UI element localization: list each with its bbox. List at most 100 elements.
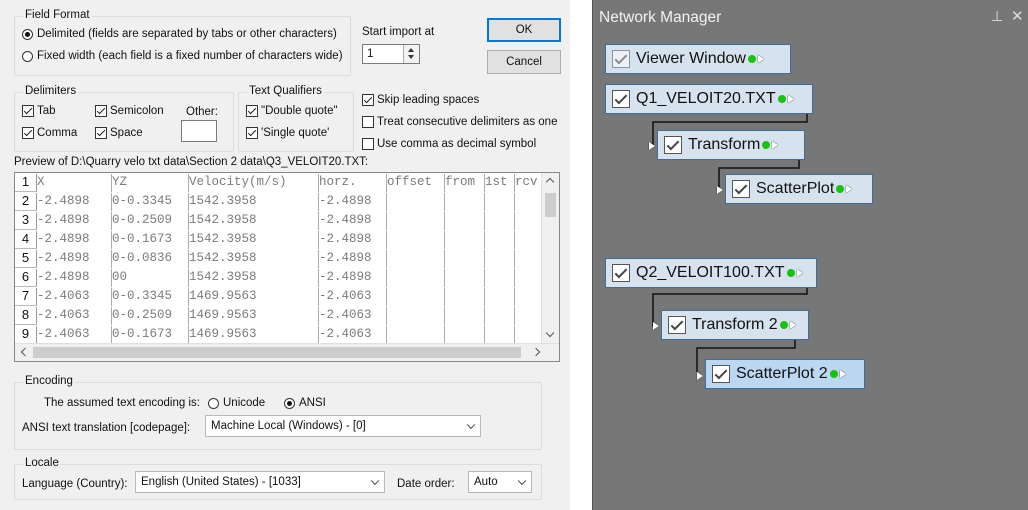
preview-cell [485,250,515,268]
output-port-icon[interactable] [796,269,803,277]
single-quote-checkbox[interactable]: 'Single quote' [246,127,329,139]
output-port-icon[interactable] [757,55,764,63]
double-quote-checkbox[interactable]: "Double quote" [246,105,338,117]
ansi-label: ANSI [299,397,326,409]
language-value: English (United States) - [1033] [141,476,301,488]
use-comma-checkbox[interactable]: Use comma as decimal symbol [362,138,536,150]
preview-cell: 0-0.3345 [112,288,189,306]
space-label: Space [110,127,143,139]
preview-cell [445,326,485,344]
tab-checkbox[interactable]: Tab [22,105,56,117]
start-import-spinner[interactable]: 1 [362,44,420,64]
node-checkbox-icon[interactable] [732,180,750,198]
row-number: 6 [15,269,37,287]
ansi-translation-select[interactable]: Machine Local (Windows) - [0] [205,415,481,437]
other-delimiter-input[interactable] [181,120,217,142]
node-checkbox-icon[interactable] [668,316,686,334]
vertical-scrollbar[interactable] [541,173,559,345]
preview-cell [445,250,485,268]
node-scatterplot-2[interactable]: ScatterPlot 2 [705,359,865,389]
output-port-icon[interactable] [789,321,796,329]
cancel-button[interactable]: Cancel [487,50,561,74]
scroll-down-icon[interactable] [545,328,555,338]
preview-cell [445,269,485,287]
output-port-icon[interactable] [787,95,794,103]
scroll-left-icon[interactable] [20,347,30,357]
preview-cell [387,326,445,344]
scroll-right-icon[interactable] [531,347,541,357]
scroll-up-icon[interactable] [545,177,555,187]
preview-row: 8 -2.4063 0-0.2509 1469.9563 -2.4063 [15,307,555,325]
checkmark-icon [22,105,34,117]
preview-cell: 0-0.1673 [112,326,189,344]
output-port-icon[interactable] [846,185,853,193]
field-format-legend: Field Format [23,9,92,21]
ansi-translation-value: Machine Local (Windows) - [0] [211,420,366,432]
input-port-icon[interactable] [649,142,655,150]
preview-cell: -2.4898 [319,212,387,230]
date-order-select[interactable]: Auto [468,471,532,493]
language-select[interactable]: English (United States) - [1033] [135,471,385,493]
node-viewer-window[interactable]: Viewer Window [605,44,791,74]
input-port-icon[interactable] [653,322,659,330]
vertical-scroll-thumb[interactable] [545,193,556,217]
preview-cell: -2.4898 [37,212,112,230]
node-label: Viewer Window [636,50,746,67]
preview-cell: -2.4063 [319,326,387,344]
preview-row: 3 -2.4898 0-0.2509 1542.3958 -2.4898 [15,212,555,230]
ansi-radio[interactable]: ANSI [284,397,326,409]
semicolon-checkbox[interactable]: Semicolon [95,105,164,117]
output-port-icon[interactable] [772,141,779,149]
horizontal-scroll-thumb[interactable] [33,347,521,358]
node-checkbox-icon[interactable] [612,50,630,68]
treat-consecutive-checkbox[interactable]: Treat consecutive delimiters as one [362,116,557,128]
node-label: Transform 2 [692,316,778,333]
preview-cell [445,288,485,306]
status-dot-icon [747,55,756,63]
node-checkbox-icon[interactable] [664,136,682,154]
preview-cell [485,326,515,344]
node-checkbox-icon[interactable] [712,365,730,383]
preview-cell [387,231,445,249]
node-label: ScatterPlot [756,180,835,197]
ok-button[interactable]: OK [487,18,561,42]
preview-grid[interactable]: 1 X YZ Velocity(m/s) horz. offset from 1st rcv 2-… [14,172,560,362]
preview-cell: offset [387,174,445,192]
spin-down-icon[interactable] [408,55,414,59]
comma-checkbox[interactable]: Comma [22,127,77,139]
node-q2-veloit100[interactable]: Q2_VELOIT100.TXT [605,258,817,288]
preview-cell [445,307,485,325]
preview-cell: -2.4898 [319,269,387,287]
preview-cell: horz. [319,174,387,192]
node-checkbox-icon[interactable] [612,90,630,108]
node-transform-2[interactable]: Transform 2 [661,310,809,340]
preview-cell [485,288,515,306]
output-port-icon[interactable] [839,370,846,378]
node-transform[interactable]: Transform [657,130,805,160]
preview-row: 9 -2.4063 0-0.1673 1469.9563 -2.4063 [15,326,555,344]
node-scatterplot[interactable]: ScatterPlot [725,174,873,204]
checkmark-icon [362,94,374,106]
node-q1-veloit20[interactable]: Q1_VELOIT20.TXT [605,84,813,114]
preview-cell: -2.4063 [37,288,112,306]
skip-leading-spaces-checkbox[interactable]: Skip leading spaces [362,94,479,106]
node-connectors [652,100,808,372]
spinner-buttons[interactable] [403,45,419,63]
comma-label: Comma [37,127,78,139]
preview-cell: from [445,174,485,192]
delimited-radio[interactable]: Delimited (fields are separated by tabs … [22,28,337,40]
horizontal-scrollbar[interactable] [15,343,559,361]
double-quote-label: "Double quote" [261,105,338,117]
preview-row: 6 -2.4898 00 1542.3958 -2.4898 [15,269,555,287]
input-port-icon[interactable] [717,186,723,194]
fixed-width-radio[interactable]: Fixed width (each field is a fixed numbe… [22,50,343,62]
preview-cell: 1542.3958 [189,250,319,268]
checkmark-icon [22,127,34,139]
space-checkbox[interactable]: Space [95,127,143,139]
input-port-icon[interactable] [697,372,703,380]
spin-up-icon[interactable] [408,48,414,52]
unicode-radio[interactable]: Unicode [208,397,265,409]
status-dot-icon [786,269,795,277]
chevron-down-icon [466,420,476,430]
node-checkbox-icon[interactable] [612,264,630,282]
